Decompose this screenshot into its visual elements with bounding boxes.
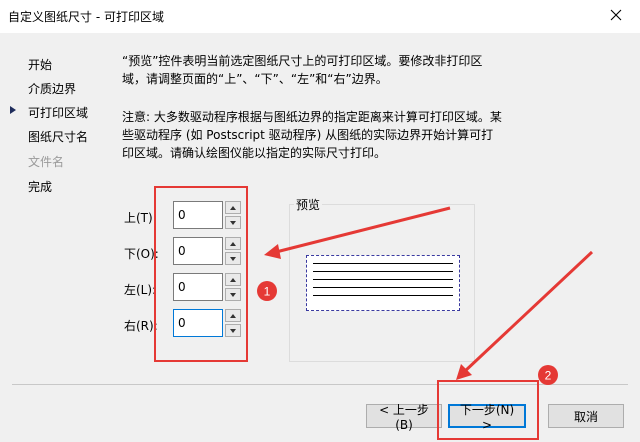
top-margin-increment-button[interactable] — [225, 201, 241, 214]
bottom-margin-decrement-button[interactable] — [225, 252, 241, 265]
close-icon — [610, 9, 622, 21]
marker-2-badge — [538, 365, 558, 385]
top-margin-input[interactable] — [173, 201, 223, 229]
next-button[interactable]: 下一步(N) > — [448, 403, 526, 432]
arrow-head-icon — [456, 364, 472, 380]
nav-item-file-name: 文件名 — [28, 155, 65, 169]
marker-1-label: 1 — [264, 285, 271, 299]
left-margin-decrement-button[interactable] — [225, 288, 241, 301]
top-margin-label: 上(T): — [124, 211, 157, 225]
bottom-margin-increment-button[interactable] — [225, 237, 241, 250]
nav-item-finish: 完成 — [28, 180, 53, 194]
nav-item-start: 开始 — [28, 58, 53, 72]
right-margin-increment-button[interactable] — [225, 309, 241, 322]
arrow-down-icon — [230, 292, 236, 297]
top-margin-decrement-button[interactable] — [225, 216, 241, 229]
annotation-arrow-2 — [462, 250, 594, 374]
paper-line — [313, 263, 453, 264]
arrow-down-icon — [230, 220, 236, 225]
footer-separator — [12, 384, 628, 385]
paper-line — [313, 287, 453, 288]
top-margin-stepper — [173, 201, 241, 229]
close-button[interactable] — [596, 1, 636, 29]
arrow-up-icon — [230, 277, 236, 282]
arrow-down-icon — [230, 328, 236, 333]
bottom-margin-input[interactable] — [173, 237, 223, 265]
left-margin-label: 左(L): — [124, 283, 157, 297]
preview-label: 预览 — [294, 196, 323, 213]
arrow-head-icon — [264, 244, 281, 259]
bottom-margin-label: 下(O): — [124, 247, 159, 261]
arrow-up-icon — [230, 205, 236, 210]
nav-item-paper-size-name: 图纸尺寸名 — [28, 130, 89, 144]
nav-item-media-bounds: 介质边界 — [28, 82, 77, 96]
right-margin-decrement-button[interactable] — [225, 324, 241, 337]
right-margin-label: 右(R): — [124, 319, 158, 333]
left-margin-increment-button[interactable] — [225, 273, 241, 286]
bottom-margin-stepper — [173, 237, 241, 265]
left-margin-stepper — [173, 273, 241, 301]
preview-paper — [306, 255, 460, 311]
nav-item-printable-area: 可打印区域 — [28, 106, 89, 120]
note-text: 注意: 大多数驱动程序根据与图纸边界的指定距离来计算可打印区域。某些驱动程序 (… — [122, 110, 502, 160]
marker-2-label: 2 — [545, 369, 552, 383]
right-margin-input[interactable] — [173, 309, 223, 337]
arrow-up-icon — [230, 241, 236, 246]
description-text: “预览”控件表明当前选定图纸尺寸上的可打印区域。要修改非打印区域，请调整页面的“… — [122, 54, 483, 86]
back-button[interactable]: < 上一步(B) — [366, 403, 442, 432]
right-margin-stepper — [173, 309, 241, 337]
paper-line — [313, 279, 453, 280]
arrow-up-icon — [230, 313, 236, 318]
window-title: 自定义图纸尺寸 - 可打印区域 — [8, 10, 164, 24]
current-step-arrow-icon — [10, 106, 16, 114]
cancel-button[interactable]: 取消 — [548, 404, 624, 428]
marker-1-badge — [257, 281, 277, 301]
arrow-down-icon — [230, 256, 236, 261]
left-margin-input[interactable] — [173, 273, 223, 301]
paper-line — [313, 295, 453, 296]
title-bar: 自定义图纸尺寸 - 可打印区域 — [0, 0, 640, 33]
paper-line — [313, 271, 453, 272]
